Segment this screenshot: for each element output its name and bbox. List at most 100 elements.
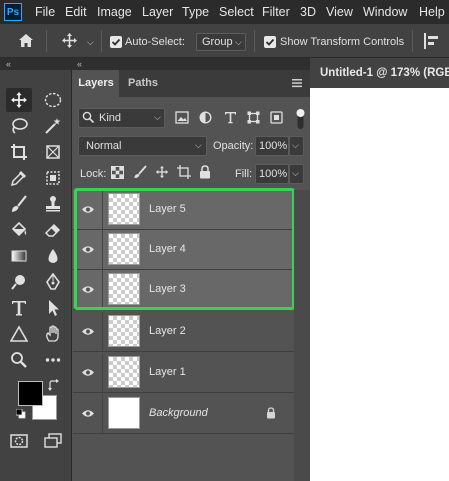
layer-row-background[interactable]: Background	[73, 394, 294, 434]
default-colors-icon[interactable]	[15, 408, 26, 422]
menu-window[interactable]: Window	[363, 0, 407, 24]
separator	[412, 30, 413, 52]
crop-tool[interactable]	[6, 140, 32, 164]
document-canvas[interactable]	[310, 88, 449, 481]
lock-artboard-icon[interactable]	[177, 165, 191, 182]
align-left-edges-icon[interactable]	[424, 33, 438, 52]
layer-row-layer-1[interactable]: Layer 1	[73, 353, 294, 393]
lock-transparent-pixels-icon[interactable]	[111, 166, 124, 182]
move-tool[interactable]	[6, 88, 32, 112]
crop-icon	[11, 144, 27, 160]
auto-select-checkbox[interactable]	[110, 36, 122, 48]
filter-adjustment-icon[interactable]	[199, 111, 212, 127]
blur-tool[interactable]	[40, 244, 66, 268]
chevron-down-icon: ⌵	[292, 168, 299, 178]
menu-select[interactable]: Select	[219, 0, 254, 24]
lock-all-icon[interactable]	[199, 165, 211, 182]
hand-tool[interactable]	[40, 322, 66, 346]
layer-row-layer-4[interactable]: Layer 4	[73, 230, 294, 270]
path-selection-tool[interactable]	[40, 296, 66, 320]
layer-thumbnail	[108, 315, 140, 347]
magic-wand-tool[interactable]	[40, 114, 66, 138]
chevron-down-icon: ⌵	[292, 140, 299, 150]
home-icon[interactable]	[18, 33, 34, 51]
dodge-icon	[11, 275, 25, 290]
more-tools[interactable]	[40, 348, 66, 372]
menu-type[interactable]: Type	[182, 0, 209, 24]
quick-mask-tool[interactable]	[6, 429, 32, 453]
visibility-toggle[interactable]	[73, 270, 103, 309]
stamp-icon	[46, 196, 60, 212]
lock-image-pixels-icon[interactable]	[133, 165, 147, 182]
layer-row-layer-2[interactable]: Layer 2	[73, 312, 294, 352]
frame-tool[interactable]	[40, 140, 66, 164]
chevron-down-icon[interactable]: ⌵	[87, 37, 94, 48]
move-tool-preset-icon[interactable]	[61, 32, 78, 52]
eye-icon	[81, 246, 94, 253]
visibility-toggle[interactable]	[73, 190, 103, 229]
menu-view[interactable]: View	[326, 0, 353, 24]
menu-layer[interactable]: Layer	[142, 0, 173, 24]
show-transform-checkbox[interactable]	[264, 36, 276, 48]
menu-3d[interactable]: 3D	[300, 0, 316, 24]
visibility-toggle[interactable]	[73, 230, 103, 269]
fill-label: Fill:	[235, 168, 253, 180]
layer-thumbnail	[108, 193, 140, 225]
separator	[254, 30, 255, 52]
menu-filter[interactable]: Filter	[262, 0, 290, 24]
elliptical-marquee-tool[interactable]	[40, 88, 66, 112]
triangle-icon	[10, 325, 28, 342]
type-tool[interactable]	[6, 296, 32, 320]
foreground-color-swatch[interactable]	[18, 381, 43, 406]
layer-row-layer-3[interactable]: Layer 3	[73, 270, 294, 310]
layer-thumbnail	[108, 233, 140, 265]
lock-label: Lock:	[80, 168, 107, 180]
ellipsis-icon	[45, 358, 61, 362]
visibility-toggle[interactable]	[73, 353, 103, 392]
photoshop-logo: Ps	[4, 3, 22, 21]
eyedropper-tool[interactable]	[6, 166, 32, 190]
arrow-pointer-icon	[49, 300, 59, 316]
filter-smart-object-icon[interactable]	[270, 111, 283, 127]
collapse-tools-icon[interactable]: «	[6, 58, 11, 70]
lasso-tool[interactable]	[6, 114, 32, 138]
filter-shape-icon[interactable]	[247, 111, 260, 127]
clone-stamp-tool[interactable]	[40, 192, 66, 216]
eye-icon	[81, 206, 94, 213]
tab-layers[interactable]: Layers	[73, 70, 119, 97]
gradient-tool[interactable]	[6, 244, 32, 268]
shape-tool[interactable]	[6, 322, 32, 346]
show-transform-label: Show Transform Controls	[280, 36, 405, 48]
tab-paths[interactable]: Paths	[121, 70, 165, 97]
menu-help[interactable]: Help	[419, 0, 445, 24]
move-icon	[11, 92, 27, 108]
zoom-tool[interactable]	[6, 348, 32, 372]
collapse-panels-icon[interactable]: «	[77, 58, 82, 70]
visibility-toggle[interactable]	[73, 394, 103, 433]
screen-mode-tool[interactable]	[40, 429, 66, 453]
visibility-toggle[interactable]	[73, 312, 103, 351]
dodge-tool[interactable]	[6, 270, 32, 294]
layer-row-layer-5[interactable]: Layer 5	[73, 190, 294, 230]
menu-file[interactable]: File	[35, 0, 55, 24]
filter-pixel-icon[interactable]	[175, 111, 189, 127]
filter-toggle[interactable]	[296, 108, 305, 130]
menu-image[interactable]: Image	[97, 0, 132, 24]
screen-mode-icon	[44, 433, 62, 448]
eraser-tool[interactable]	[40, 218, 66, 242]
filter-type-icon[interactable]	[224, 111, 237, 127]
document-tab[interactable]: Untitled-1 @ 173% (RGB	[310, 58, 449, 88]
layer-filter-value: Kind	[99, 112, 122, 124]
menu-edit[interactable]: Edit	[65, 0, 87, 24]
paint-bucket-tool[interactable]	[6, 218, 32, 242]
layer-name: Layer 4	[149, 243, 186, 255]
brush-tool[interactable]	[6, 192, 32, 216]
paint-bucket-icon	[11, 221, 27, 237]
object-select-tool[interactable]	[40, 166, 66, 190]
swap-colors-icon[interactable]	[48, 379, 60, 394]
panel-menu-icon[interactable]	[290, 77, 304, 89]
pen-tool[interactable]	[40, 270, 66, 294]
lock-position-icon[interactable]	[155, 165, 169, 182]
gradient-icon	[11, 250, 27, 262]
layer-name: Layer 3	[149, 283, 186, 295]
